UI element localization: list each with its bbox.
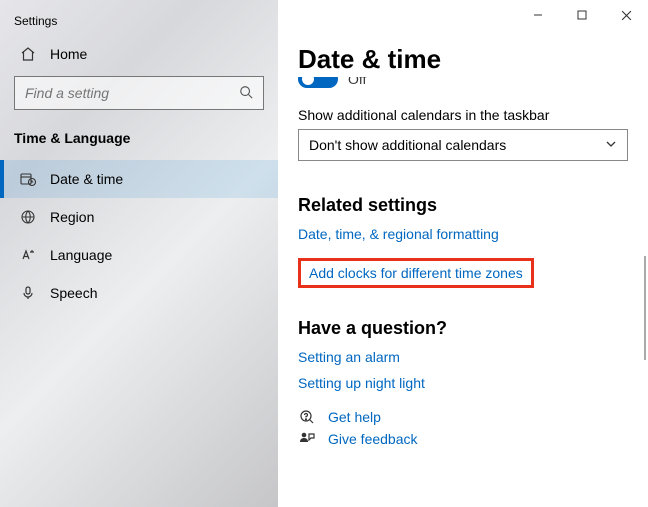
- search-field[interactable]: [25, 85, 225, 101]
- link-setting-alarm[interactable]: Setting an alarm: [298, 349, 628, 365]
- link-date-time-format[interactable]: Date, time, & regional formatting: [298, 226, 628, 242]
- sidebar-item-date-time[interactable]: Date & time: [0, 160, 278, 198]
- nav-home-label: Home: [50, 46, 87, 62]
- titlebar-controls: [516, 0, 648, 30]
- search-container: [0, 76, 278, 126]
- maximize-button[interactable]: [560, 0, 604, 30]
- chevron-down-icon: [605, 137, 617, 153]
- clock-calendar-icon: [20, 171, 36, 187]
- sidebar-item-label: Date & time: [50, 171, 123, 187]
- feedback-icon: [298, 431, 316, 447]
- sidebar-item-label: Region: [50, 209, 94, 225]
- link-give-feedback[interactable]: Give feedback: [328, 431, 418, 447]
- home-icon: [20, 46, 36, 62]
- globe-icon: [20, 209, 36, 225]
- page-title: Date & time: [298, 44, 628, 75]
- help-icon: [298, 409, 316, 425]
- scrollbar[interactable]: [644, 256, 646, 360]
- content-pane: Date & time Off Show additional calendar…: [278, 0, 648, 507]
- close-button[interactable]: [604, 0, 648, 30]
- link-get-help[interactable]: Get help: [328, 409, 381, 425]
- microphone-icon: [20, 285, 36, 301]
- related-settings-heading: Related settings: [298, 195, 628, 216]
- window-title: Settings: [0, 8, 278, 38]
- sidebar-item-label: Speech: [50, 285, 97, 301]
- sidebar-category: Time & Language: [0, 126, 278, 160]
- toggle-partial-row: Off: [298, 77, 628, 91]
- search-input[interactable]: [14, 76, 264, 110]
- feedback-row[interactable]: Give feedback: [298, 431, 628, 447]
- sidebar-item-region[interactable]: Region: [0, 198, 278, 236]
- sidebar-item-label: Language: [50, 247, 112, 263]
- settings-window: Settings Home Time & Language: [0, 0, 648, 507]
- get-help-row[interactable]: Get help: [298, 409, 628, 425]
- question-heading: Have a question?: [298, 318, 628, 339]
- sidebar: Settings Home Time & Language: [0, 0, 278, 507]
- link-night-light[interactable]: Setting up night light: [298, 375, 628, 391]
- sidebar-item-speech[interactable]: Speech: [0, 274, 278, 312]
- sidebar-item-language[interactable]: Language: [0, 236, 278, 274]
- additional-calendars-label: Show additional calendars in the taskbar: [298, 107, 628, 123]
- nav-home[interactable]: Home: [0, 38, 278, 76]
- language-icon: [20, 247, 36, 263]
- minimize-button[interactable]: [516, 0, 560, 30]
- dropdown-value: Don't show additional calendars: [309, 137, 506, 153]
- search-icon: [239, 85, 253, 102]
- toggle-switch[interactable]: [298, 77, 338, 88]
- help-links: Setting an alarm Setting up night light: [298, 349, 628, 391]
- additional-calendars-dropdown[interactable]: Don't show additional calendars: [298, 129, 628, 161]
- toggle-value: Off: [348, 77, 366, 87]
- link-add-clocks[interactable]: Add clocks for different time zones: [298, 258, 534, 288]
